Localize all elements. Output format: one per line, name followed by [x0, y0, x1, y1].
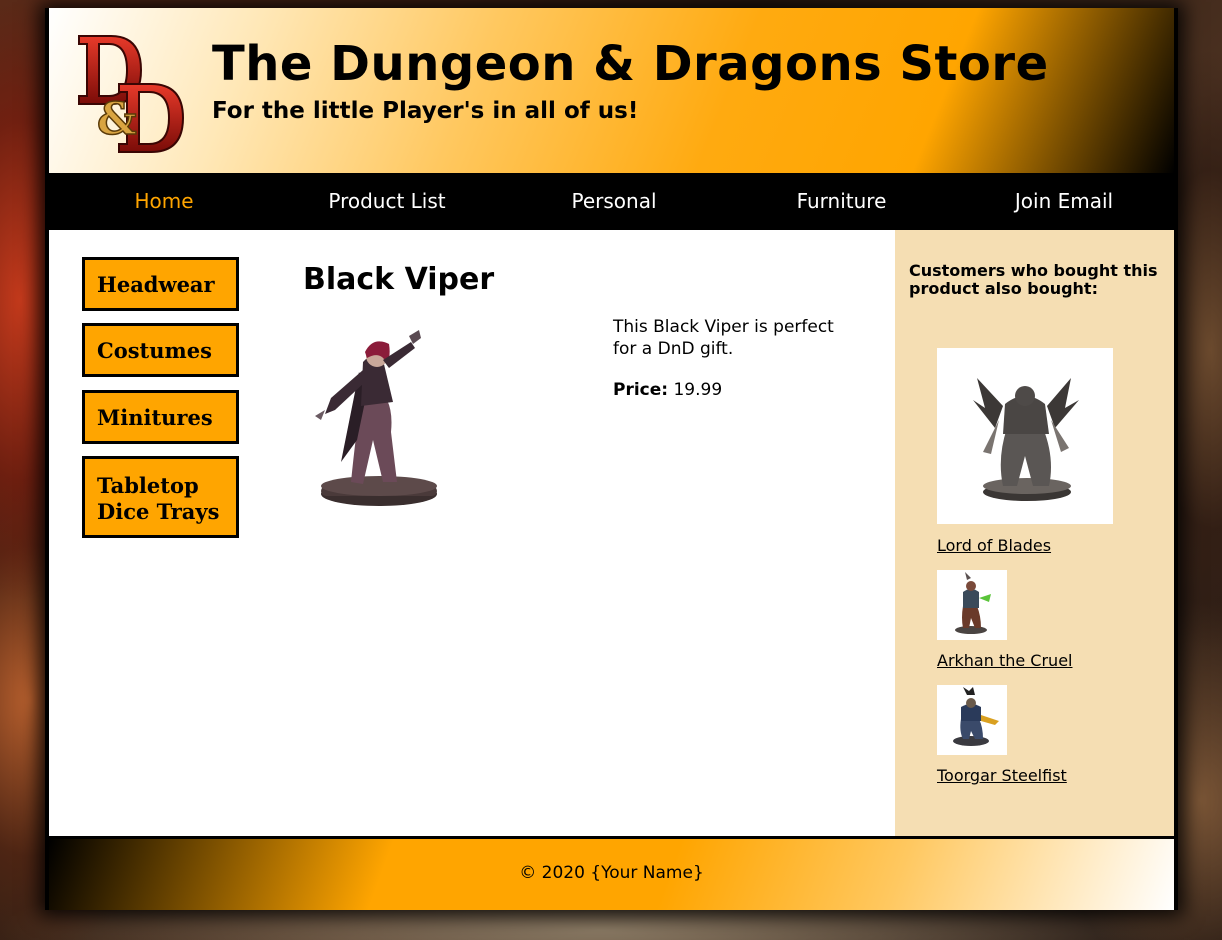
product-description: This Black Viper is perfect for a DnD gi… [613, 317, 834, 359]
site-footer: © 2020 {Your Name} [49, 836, 1174, 910]
dnd-logo[interactable]: & [71, 30, 189, 155]
sidebar-item-headwear[interactable]: Headwear [82, 257, 239, 311]
sidebar-item-tabletop-dice-trays[interactable]: Tabletop Dice Trays [82, 456, 239, 538]
main-content: Headwear Costumes Minitures Tabletop Dic… [49, 230, 895, 836]
site-header: & The Dungeon & Dragons Store For the li… [49, 8, 1174, 173]
sidebar-item-minitures[interactable]: Minitures [82, 390, 239, 444]
product-title: Black Viper [303, 262, 495, 297]
related-heading: Customers who bought this product also b… [909, 261, 1158, 298]
page-wrapper: & The Dungeon & Dragons Store For the li… [45, 8, 1178, 910]
related-link-toorgar-steelfist[interactable]: Toorgar Steelfist [937, 766, 1067, 785]
nav-item-home[interactable]: Home [119, 173, 209, 230]
nav-item-join-email[interactable]: Join Email [999, 173, 1129, 230]
sidebar-item-costumes[interactable]: Costumes [82, 323, 239, 377]
related-image-toorgar-steelfist[interactable] [937, 685, 1007, 755]
main-nav: Home Product List Personal Furniture Joi… [49, 173, 1174, 230]
product-image [315, 330, 437, 506]
price-value: 19.99 [673, 380, 723, 400]
product-price: Price: 19.99 [613, 380, 722, 400]
related-link-lord-of-blades[interactable]: Lord of Blades [937, 536, 1051, 555]
related-image-arkhan-the-cruel[interactable] [937, 570, 1007, 640]
related-image-lord-of-blades[interactable] [937, 348, 1113, 524]
site-tagline: For the little Player's in all of us! [212, 98, 639, 124]
related-products: Customers who bought this product also b… [895, 230, 1174, 836]
copyright-text: © 2020 {Your Name} [519, 863, 704, 883]
nav-item-furniture[interactable]: Furniture [784, 173, 899, 230]
svg-text:&: & [97, 94, 137, 145]
related-link-arkhan-the-cruel[interactable]: Arkhan the Cruel [937, 651, 1072, 670]
nav-item-product-list[interactable]: Product List [317, 173, 457, 230]
nav-item-personal[interactable]: Personal [559, 173, 669, 230]
price-label: Price: [613, 380, 669, 400]
site-title: The Dungeon & Dragons Store [212, 36, 1049, 92]
